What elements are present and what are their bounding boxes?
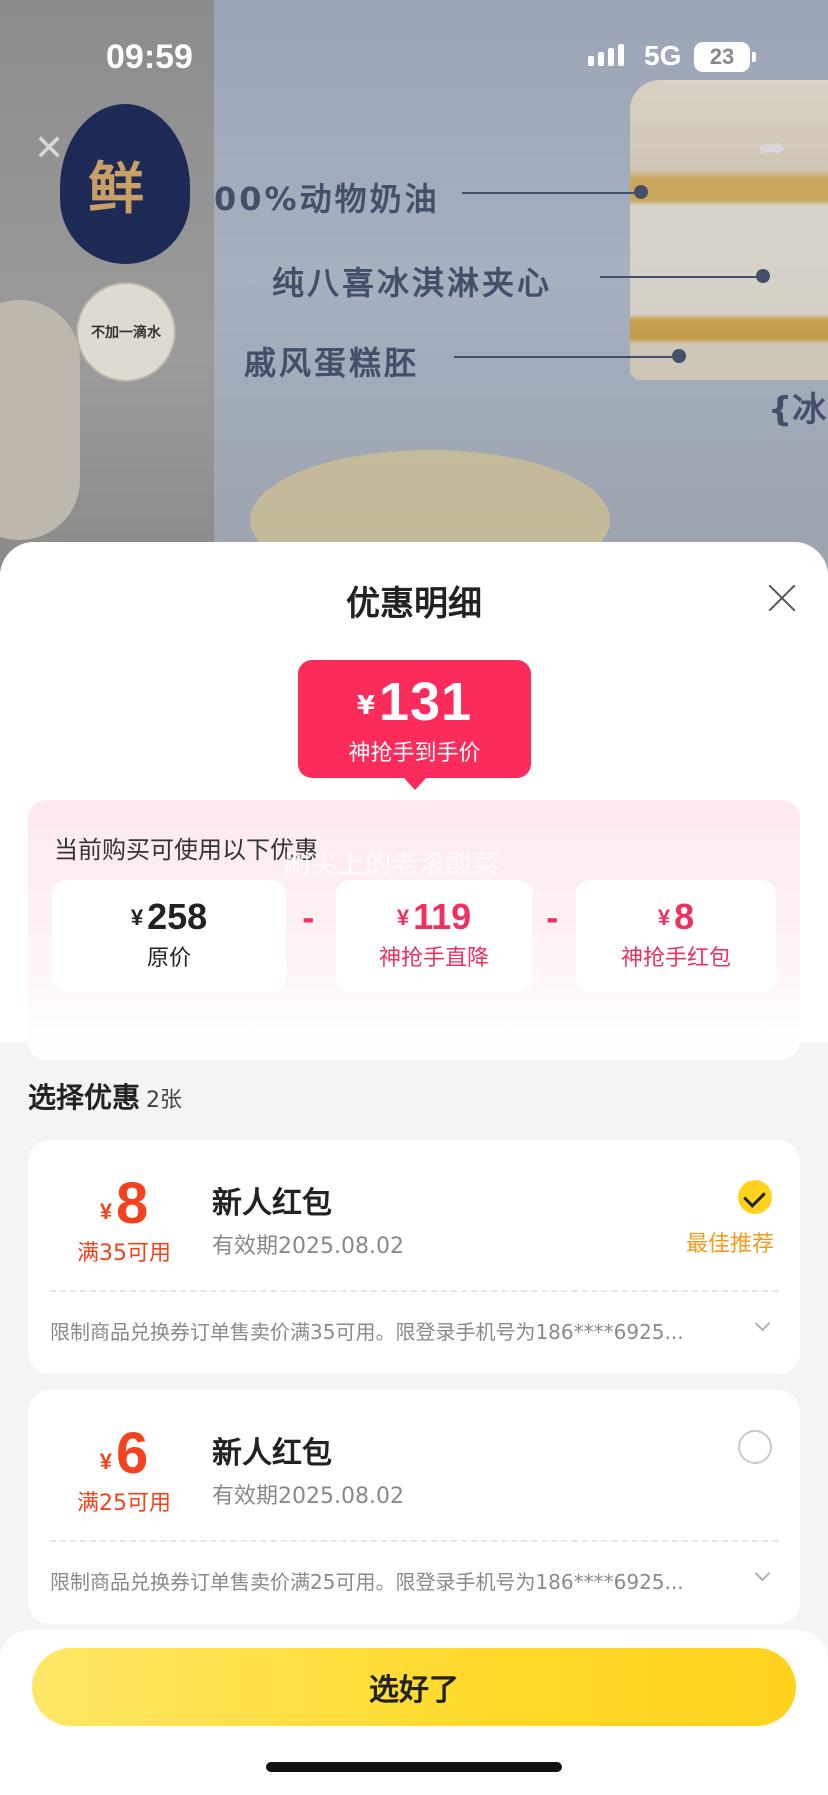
final-price-label: 神抢手到手价 [348,741,481,766]
status-bar: 09:59 5G 23 [0,0,828,120]
coupon-condition: 满35可用 [77,1241,171,1266]
bottom-action-bar: 选好了 [0,1630,828,1795]
chevron-down-icon[interactable] [754,1318,770,1334]
coupon-rule-text: 限制商品兑换券订单售卖价满25可用。限登录手机号为186****6925... [50,1570,684,1594]
discount-breakdown-panel: 当前购买可使用以下优惠 刷尖上的老滚酸菜 ¥258 原价 - ¥119 神抢手直… [28,800,800,1060]
discount-detail-sheet: 优惠明细 ¥131 神抢手到手价 当前购买可使用以下优惠 刷尖上的老滚酸菜 ¥2… [0,542,828,1795]
direct-discount-value: 119 [413,896,472,937]
coupon-amount: ¥6 满25可用 [64,1420,184,1517]
sheet-title: 优惠明细 [346,584,482,624]
close-icon[interactable]: ✕ [34,128,64,169]
home-indicator[interactable] [266,1762,562,1772]
final-price-amount: 131 [378,672,473,732]
red-packet-label: 神抢手红包 [620,946,731,971]
best-recommend-tag: 最佳推荐 [686,1232,775,1257]
coupon-divider [50,1290,778,1292]
chevron-down-icon[interactable] [754,1568,770,1584]
feature-brace-text: {冰 [768,390,827,430]
coupon-count: 2张 [146,1088,183,1113]
original-price-card: ¥258 原价 [52,880,286,992]
red-packet-value: 8 [674,896,695,937]
feature-dot [634,185,648,199]
feature-label: 00%动物奶油 [214,180,440,218]
feature-label: 戚风蛋糕胚 [244,344,420,382]
direct-discount-card: ¥119 神抢手直降 [336,880,532,992]
status-time: 09:59 [106,38,193,76]
feature-line [600,276,760,278]
original-price-value: 258 [147,896,208,937]
original-price-label: 原价 [146,946,191,971]
coupon-expiry: 有效期2025.08.02 [212,1234,404,1259]
coupon-card[interactable]: ¥8 满35可用 新人红包 有效期2025.08.02 最佳推荐 限制商品兑换券… [28,1140,800,1374]
discount-panel-title: 当前购买可使用以下优惠 [54,836,318,864]
red-packet-card: ¥8 神抢手红包 [576,880,776,992]
coupon-selected-check-icon[interactable] [738,1180,772,1214]
select-coupon-header: 选择优惠 2张 [28,1081,183,1114]
minus-sign: - [302,902,315,937]
no-water-badge: 不加一滴水 [76,282,176,382]
coupon-condition: 满25可用 [77,1491,171,1516]
direct-discount-label: 神抢手直降 [378,946,489,971]
coupon-divider [50,1540,778,1542]
coupon-radio-icon[interactable] [738,1430,772,1464]
coupon-expiry: 有效期2025.08.02 [212,1484,404,1509]
feature-dot [756,269,770,283]
fresh-badge: 鲜 [60,104,190,264]
network-type: 5G [644,40,682,71]
confirm-button[interactable]: 选好了 [32,1648,796,1726]
price-currency: ¥ [356,691,375,721]
coupon-card[interactable]: ¥6 满25可用 新人红包 有效期2025.08.02 限制商品兑换券订单售卖价… [28,1390,800,1624]
feature-label: 纯八喜冰淇淋夹心 [272,264,553,302]
coupon-name: 新人红包 [212,1186,332,1221]
coupon-amount: ¥8 满35可用 [64,1170,184,1267]
feature-line [462,192,642,194]
product-cup-image [0,300,80,540]
final-price-box: ¥131 神抢手到手价 [298,660,531,790]
sheet-close-icon[interactable] [762,578,802,618]
feature-dot [672,349,686,363]
share-icon[interactable]: ➦ [758,128,787,168]
coupon-rule-text: 限制商品兑换券订单售卖价满35可用。限登录手机号为186****6925... [50,1320,684,1344]
watermark-text: 刷尖上的老滚酸菜 [284,850,501,880]
signal-icon [588,44,624,66]
battery-icon: 23 [694,42,756,72]
product-cake-image [630,80,828,380]
coupon-name: 新人红包 [212,1436,332,1471]
feature-line [454,356,680,358]
minus-sign: - [546,902,559,937]
